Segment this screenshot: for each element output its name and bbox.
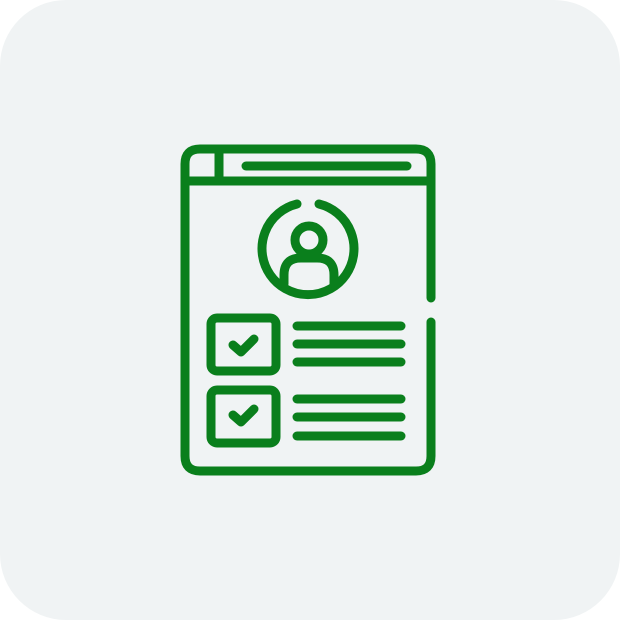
icon-tile	[0, 0, 620, 620]
document-frame	[180, 144, 436, 476]
checkmark-2	[228, 404, 259, 427]
avatar-body	[279, 253, 339, 289]
checkmark-1	[228, 334, 259, 357]
avatar-ring	[257, 199, 359, 300]
profile-checklist-icon	[0, 0, 620, 620]
avatar-head	[290, 221, 328, 259]
